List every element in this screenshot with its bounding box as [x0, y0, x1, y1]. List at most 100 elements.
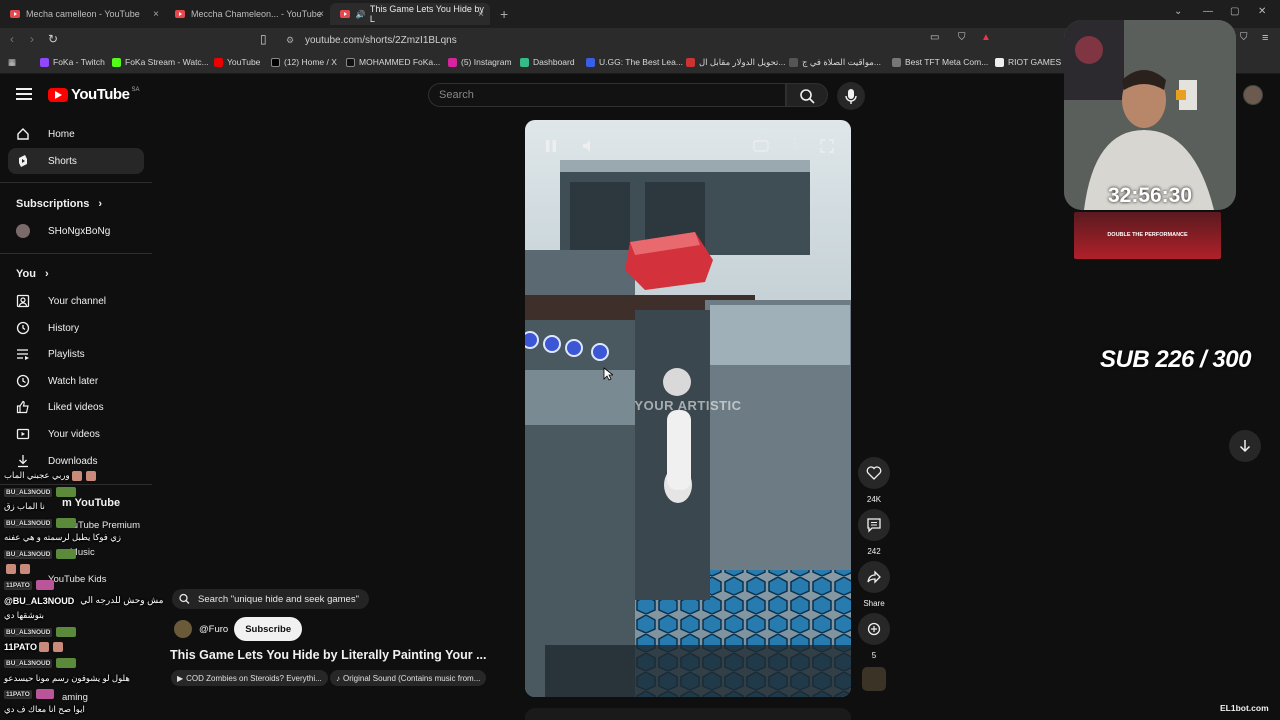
sidebar-item-kids[interactable]: YouTube Kids — [48, 574, 106, 585]
sidebar-item-your-videos[interactable]: Your videos — [8, 421, 144, 447]
sidebar-item-playlists[interactable]: Playlists — [8, 341, 144, 367]
youtube-favicon-icon — [175, 10, 185, 18]
bookmark-item[interactable]: مواقيت الصلاة في ج... — [789, 57, 881, 68]
minimize-icon[interactable]: — — [1203, 6, 1213, 17]
search-icon — [800, 89, 815, 104]
brave-shield-icon[interactable]: ⛉ — [958, 32, 966, 43]
sidebar-item-liked-videos[interactable]: Liked videos — [8, 394, 144, 420]
remix-button[interactable]: 5 — [858, 613, 890, 660]
chat-message: 11PATO — [4, 580, 56, 590]
address-bar[interactable]: ⚙ youtube.com/shorts/2ZmzI1BLqns — [280, 31, 1000, 49]
browser-tab[interactable]: Mecha camelleon - YouTube × — [0, 3, 165, 25]
kick-icon — [112, 57, 121, 67]
close-tab-icon[interactable]: × — [153, 9, 159, 20]
account-avatar[interactable] — [1243, 85, 1263, 105]
close-tab-icon[interactable]: × — [318, 9, 324, 20]
bookmark-item[interactable]: FoKa Stream - Watc... — [112, 57, 209, 67]
bookmark-item[interactable]: Dashboard — [520, 57, 575, 67]
emote-icon — [35, 580, 54, 590]
pause-button[interactable] — [543, 138, 559, 157]
video-icon — [16, 427, 30, 441]
bookmark-item[interactable]: تحويل الدولار مقابل ال... — [686, 57, 785, 68]
bookmark-item[interactable]: FoKa - Twitch — [40, 57, 105, 67]
youtube-favicon-icon — [10, 10, 20, 18]
youtube-play-logo-icon — [48, 87, 68, 102]
sidebar-divider — [0, 253, 152, 254]
browser-tab-active[interactable]: 🔊 This Game Lets You Hide by L × — [330, 3, 490, 25]
fullscreen-button[interactable] — [819, 138, 835, 157]
home-icon — [16, 127, 30, 141]
like-button[interactable]: 24K — [858, 457, 890, 504]
arrow-down-icon — [1239, 440, 1251, 453]
subscribe-button[interactable]: Subscribe — [234, 617, 303, 641]
chat-message: BU_AL3NOUD — [4, 549, 78, 559]
emote-icon — [56, 658, 77, 668]
sidebar-item-gaming[interactable]: aming — [62, 692, 88, 703]
dashboard-icon — [520, 57, 529, 67]
wallet-icon[interactable]: ⛉ — [1240, 32, 1248, 43]
sound-chip[interactable]: ♪ Original Sound (Contains music from... — [330, 670, 487, 686]
bookmark-item[interactable]: U.GG: The Best Lea... — [586, 57, 683, 67]
stream-timer: 32:56:30 — [1107, 184, 1193, 207]
cast-icon[interactable]: ▭ — [930, 32, 939, 43]
forward-icon[interactable]: › — [30, 32, 34, 46]
next-short-preview[interactable] — [525, 708, 851, 720]
bookmark-item[interactable]: Best TFT Meta Com... — [892, 57, 988, 67]
close-tab-icon[interactable]: × — [478, 9, 484, 20]
close-window-icon[interactable]: ✕ — [1258, 6, 1266, 17]
emote-icon — [85, 470, 96, 481]
reload-icon[interactable]: ↻ — [48, 32, 58, 46]
menu-icon[interactable]: ≡ — [1262, 32, 1268, 44]
site-info-icon[interactable]: ⚙ — [286, 35, 294, 46]
back-icon[interactable]: ‹ — [10, 32, 14, 46]
bookmark-item[interactable]: RIOT GAMES - P — [995, 57, 1074, 67]
bookmark-item[interactable]: (12) Home / X — [271, 57, 337, 67]
shorts-video-player[interactable]: ⋮ YOUR ARTISTIC — [525, 120, 851, 697]
rewards-icon[interactable]: ▲ — [981, 32, 991, 43]
search-input[interactable]: Search — [428, 83, 786, 107]
channel-name[interactable]: @Furo — [199, 624, 228, 635]
channel-avatar[interactable] — [174, 620, 192, 638]
maximize-icon[interactable]: ▢ — [1230, 6, 1239, 17]
sidebar-item-watch-later[interactable]: Watch later — [8, 368, 144, 394]
browser-tab[interactable]: Meccha Chameleon... - YouTube × — [165, 3, 330, 25]
short-title[interactable]: This Game Lets You Hide by Literally Pai… — [170, 648, 487, 662]
instagram-icon — [448, 57, 457, 67]
chat-message: BU_AL3NOUD — [4, 658, 78, 668]
chat-message: 11PATO — [4, 642, 65, 652]
subscriptions-heading[interactable]: Subscriptions › — [16, 198, 102, 210]
related-search-chip[interactable]: Search "unique hide and seek games" — [172, 589, 369, 609]
volume-button[interactable] — [581, 138, 597, 157]
captions-button[interactable] — [753, 138, 769, 157]
chat-message: BU_AL3NOUD — [4, 518, 78, 528]
next-short-button[interactable] — [1229, 430, 1261, 462]
search-button[interactable] — [786, 83, 828, 107]
expand-icon — [820, 139, 834, 153]
sponsor-banner: DOUBLE THE PERFORMANCE — [1074, 212, 1221, 259]
comments-button[interactable]: 242 — [858, 509, 890, 556]
voice-search-button[interactable] — [837, 82, 865, 110]
sidebar-item-history[interactable]: History — [8, 315, 144, 341]
sound-thumbnail[interactable] — [862, 667, 886, 691]
sidebar-item-home[interactable]: Home — [8, 121, 144, 147]
sidebar-item-subscription[interactable]: SHoNgxBoNg — [8, 218, 144, 244]
youtube-favicon-icon — [340, 10, 350, 18]
chat-message: ايوا صح انا معاك ف دي — [4, 704, 85, 714]
youtube-logo[interactable]: YouTube SA — [48, 86, 139, 103]
apps-icon[interactable]: ▦ — [8, 57, 16, 68]
chat-message: نا الماب زق — [4, 501, 45, 511]
tab-search-icon[interactable]: ⌄ — [1174, 6, 1182, 17]
you-heading[interactable]: You › — [16, 268, 49, 280]
streamer-webcam-image — [1064, 20, 1236, 210]
sidebar-item-your-channel[interactable]: Your channel — [8, 288, 144, 314]
more-options-button[interactable]: ⋮ — [789, 136, 801, 150]
share-button[interactable]: Share — [858, 561, 890, 608]
bookmark-item[interactable]: MOHAMMED FoKa... — [346, 57, 440, 67]
new-tab-icon[interactable]: + — [500, 6, 508, 22]
bookmark-item[interactable]: (5) Instagram — [448, 57, 512, 67]
guide-menu-icon[interactable] — [16, 88, 32, 100]
bookmark-icon[interactable]: ▯ — [260, 32, 267, 46]
related-video-chip[interactable]: ▶ COD Zombies on Steroids? Everythi... — [171, 670, 328, 686]
bookmark-item[interactable]: YouTube — [214, 57, 260, 67]
sidebar-item-shorts[interactable]: Shorts — [8, 148, 144, 174]
